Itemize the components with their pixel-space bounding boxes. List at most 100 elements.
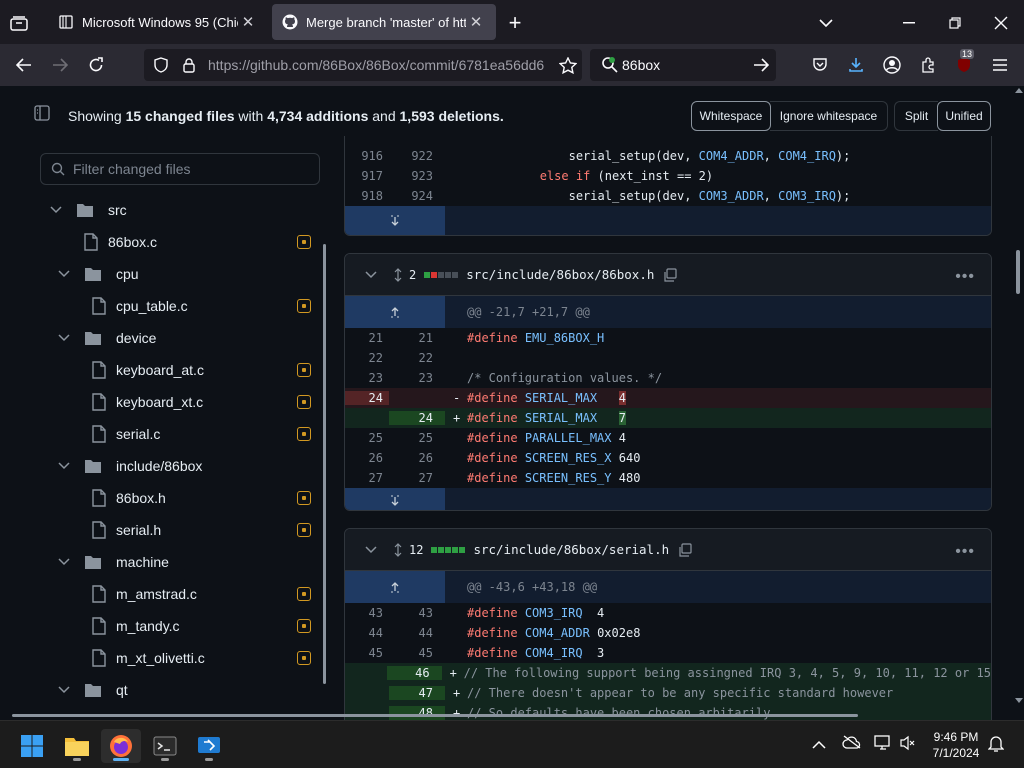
- tree-file[interactable]: cpu_table.c: [92, 290, 188, 322]
- tab-github-commit[interactable]: Merge branch 'master' of https ✕: [272, 4, 496, 40]
- collapse-chevron-icon[interactable]: [363, 270, 379, 279]
- scroll-up-arrow-icon[interactable]: [1015, 88, 1023, 93]
- tree-file[interactable]: m_tandy.c: [92, 610, 180, 642]
- old-line-number[interactable]: 24: [345, 391, 389, 405]
- tree-file[interactable]: 86box.h: [92, 482, 166, 514]
- old-line-number[interactable]: 916: [345, 149, 389, 163]
- chevron-down-icon[interactable]: [56, 458, 72, 474]
- sidebar-scrollbar[interactable]: [323, 244, 326, 684]
- show-hidden-icons-chevron-icon[interactable]: [812, 737, 826, 755]
- chevron-down-icon[interactable]: [56, 330, 72, 346]
- new-line-number[interactable]: 924: [389, 189, 445, 203]
- tree-folder[interactable]: src: [48, 194, 127, 226]
- ignore-whitespace-button[interactable]: Ignore whitespace: [770, 101, 888, 131]
- network-icon[interactable]: [874, 735, 892, 756]
- chevron-down-icon[interactable]: [48, 202, 64, 218]
- toggle-file-tree-icon[interactable]: [34, 105, 54, 123]
- copy-icon[interactable]: [677, 542, 693, 557]
- tree-folder[interactable]: qt: [56, 674, 128, 706]
- old-line-number[interactable]: 23: [345, 371, 389, 385]
- reload-icon[interactable]: [84, 53, 108, 77]
- file-explorer-app[interactable]: [57, 729, 97, 763]
- new-line-number[interactable]: 24: [389, 411, 445, 425]
- new-line-number[interactable]: 27: [389, 471, 445, 485]
- unified-view-button[interactable]: Unified: [937, 101, 991, 131]
- close-icon[interactable]: ✕: [238, 13, 258, 31]
- lock-icon[interactable]: [182, 57, 196, 73]
- shield-icon[interactable]: [152, 57, 170, 73]
- collapse-chevron-icon[interactable]: [363, 545, 379, 554]
- search-bar[interactable]: 86box: [590, 49, 776, 81]
- url-text[interactable]: https://github.com/86Box/86Box/commit/67…: [208, 57, 552, 73]
- close-window-button[interactable]: [988, 10, 1014, 36]
- start-button[interactable]: [12, 729, 52, 763]
- new-line-number[interactable]: 923: [389, 169, 445, 183]
- expand-all-icon[interactable]: [391, 267, 405, 282]
- minimize-button[interactable]: [896, 10, 922, 36]
- kebab-menu-icon[interactable]: •••: [955, 268, 975, 286]
- expand-all-icon[interactable]: [391, 542, 405, 557]
- old-line-number[interactable]: 27: [345, 471, 389, 485]
- file-path[interactable]: src/include/86box/86box.h: [466, 267, 654, 282]
- file-path[interactable]: src/include/86box/serial.h: [473, 542, 669, 557]
- search-input[interactable]: 86box: [622, 57, 746, 73]
- terminal-app[interactable]: [145, 729, 185, 763]
- firefox-app[interactable]: [101, 729, 141, 763]
- new-line-number[interactable]: 46: [387, 666, 442, 680]
- new-line-number[interactable]: 922: [389, 149, 445, 163]
- old-line-number[interactable]: 44: [345, 626, 389, 640]
- tree-file[interactable]: 86box.c: [84, 226, 157, 258]
- extensions-icon[interactable]: [916, 53, 940, 77]
- cloud-offline-icon[interactable]: [842, 735, 862, 754]
- expand-down-icon[interactable]: [345, 206, 445, 235]
- filter-files-input[interactable]: Filter changed files: [40, 153, 320, 185]
- chevron-down-icon[interactable]: [56, 554, 72, 570]
- download-icon[interactable]: [844, 53, 868, 77]
- split-view-button[interactable]: Split: [894, 101, 938, 131]
- scroll-thumb[interactable]: [1016, 250, 1020, 294]
- scroll-down-arrow-icon[interactable]: [1015, 698, 1023, 703]
- star-icon[interactable]: [558, 56, 578, 74]
- new-line-number[interactable]: 25: [389, 431, 445, 445]
- old-line-number[interactable]: 26: [345, 451, 389, 465]
- new-line-number[interactable]: 22: [389, 351, 445, 365]
- tree-file[interactable]: m_amstrad.c: [92, 578, 197, 610]
- tree-file[interactable]: serial.c: [92, 418, 160, 450]
- ublock-icon[interactable]: 13: [952, 49, 976, 77]
- tab-manager-icon[interactable]: [8, 12, 30, 34]
- tree-folder[interactable]: cpu: [56, 258, 139, 290]
- pocket-icon[interactable]: [808, 53, 832, 77]
- old-line-number[interactable]: 918: [345, 189, 389, 203]
- new-tab-button[interactable]: +: [502, 10, 528, 36]
- new-line-number[interactable]: 47: [389, 686, 445, 700]
- old-line-number[interactable]: 43: [345, 606, 389, 620]
- old-line-number[interactable]: 21: [345, 331, 389, 345]
- whitespace-button[interactable]: Whitespace: [691, 101, 771, 131]
- expand-down-icon[interactable]: [345, 488, 445, 510]
- old-line-number[interactable]: 25: [345, 431, 389, 445]
- old-line-number[interactable]: 45: [345, 646, 389, 660]
- tree-file[interactable]: keyboard_xt.c: [92, 386, 203, 418]
- chevron-down-icon[interactable]: [56, 266, 72, 282]
- new-line-number[interactable]: 44: [389, 626, 445, 640]
- tree-file[interactable]: m_xt_olivetti.c: [92, 642, 205, 674]
- old-line-number[interactable]: 917: [345, 169, 389, 183]
- new-line-number[interactable]: 43: [389, 606, 445, 620]
- forward-arrow-icon[interactable]: [48, 53, 72, 77]
- go-arrow-icon[interactable]: [746, 58, 776, 72]
- new-line-number[interactable]: 21: [389, 331, 445, 345]
- tree-folder[interactable]: device: [56, 322, 156, 354]
- horizontal-scrollbar[interactable]: [12, 714, 858, 717]
- account-icon[interactable]: [880, 53, 904, 77]
- copy-icon[interactable]: [662, 267, 678, 282]
- new-line-number[interactable]: 45: [389, 646, 445, 660]
- kebab-menu-icon[interactable]: •••: [955, 543, 975, 561]
- tree-folder[interactable]: machine: [56, 546, 169, 578]
- chevron-down-icon[interactable]: [56, 682, 72, 698]
- expand-up-icon[interactable]: [345, 296, 445, 328]
- list-all-tabs-icon[interactable]: [814, 12, 838, 34]
- tree-folder[interactable]: include/86box: [56, 450, 202, 482]
- volume-muted-icon[interactable]: [900, 735, 916, 756]
- old-line-number[interactable]: 22: [345, 351, 389, 365]
- notification-bell-icon[interactable]: [987, 735, 1005, 758]
